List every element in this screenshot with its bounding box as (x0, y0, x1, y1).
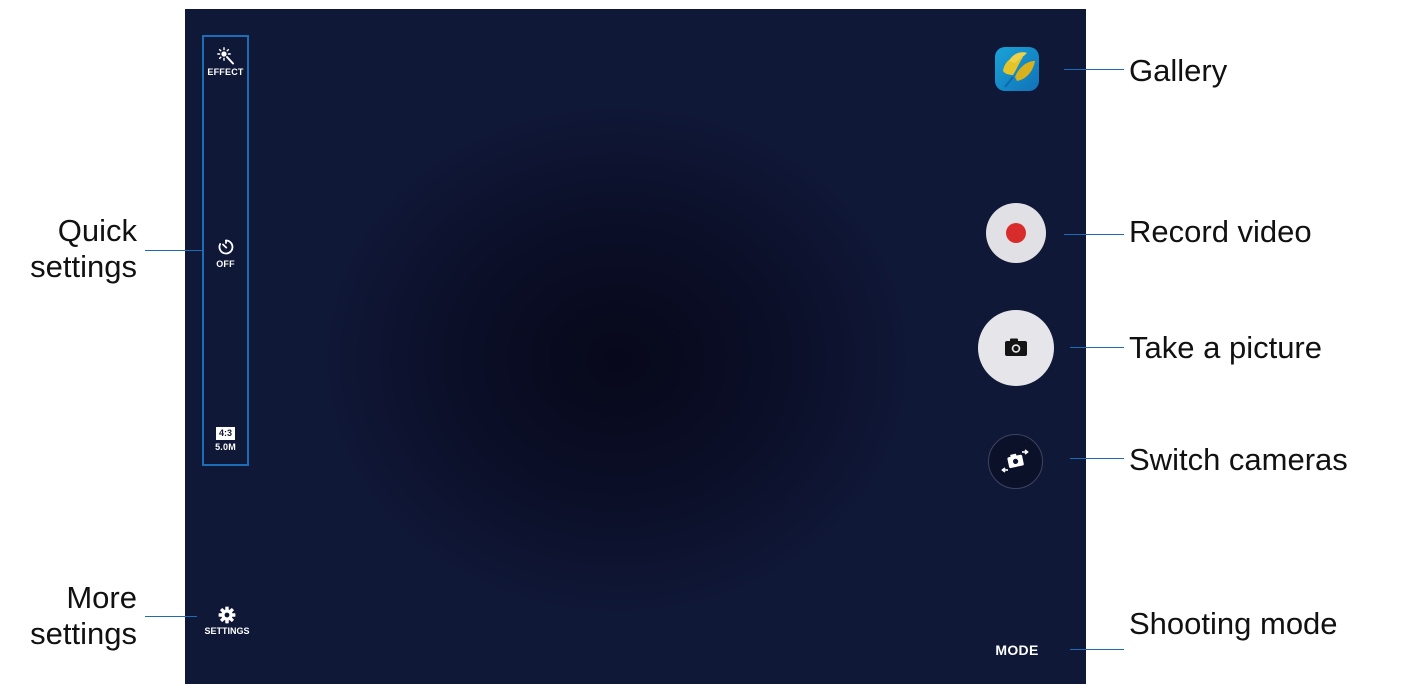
callout-line-record-video (1064, 234, 1124, 235)
mode-button[interactable]: MODE (990, 642, 1044, 658)
callout-line-more-settings (145, 616, 197, 617)
callout-line-take-picture (1070, 347, 1124, 348)
callout-take-picture: Take a picture (1129, 330, 1322, 365)
settings-button[interactable]: SETTINGS (199, 606, 255, 636)
gear-icon (218, 606, 236, 624)
switch-cameras-button[interactable] (988, 434, 1043, 489)
callout-record-video: Record video (1129, 214, 1312, 249)
effect-button[interactable]: EFFECT (204, 47, 247, 77)
quick-settings-panel: EFFECT OFF 4:3 5.0M (202, 35, 249, 466)
callout-line-shooting-mode (1070, 649, 1124, 650)
resolution-label: 5.0M (215, 442, 236, 452)
timer-icon (218, 239, 233, 255)
record-icon (1006, 223, 1026, 243)
callout-switch-cameras: Switch cameras (1129, 442, 1348, 477)
effect-icon (216, 47, 234, 65)
camera-help-page: EFFECT OFF 4:3 5.0M SETTINGS MODE Quick … (0, 0, 1404, 684)
callout-shooting-mode: Shooting mode (1129, 606, 1338, 641)
callout-quick-settings: Quick settings (30, 213, 137, 285)
callout-gallery: Gallery (1129, 53, 1228, 88)
gallery-thumbnail[interactable] (995, 47, 1039, 91)
callout-more-settings-line1: More (66, 580, 137, 615)
callout-line-gallery (1064, 69, 1124, 70)
callout-quick-settings-line1: Quick (57, 213, 137, 248)
callout-quick-settings-line2: settings (30, 249, 137, 284)
callout-line-quick-settings (145, 250, 202, 251)
settings-label: SETTINGS (204, 626, 250, 636)
camera-icon (1005, 338, 1027, 356)
callout-more-settings: More settings (30, 580, 137, 652)
record-video-button[interactable] (986, 203, 1046, 263)
gallery-leaf-icon (1003, 52, 1035, 88)
camera-viewfinder[interactable]: EFFECT OFF 4:3 5.0M SETTINGS MODE (185, 9, 1086, 684)
callout-line-switch-cameras (1070, 458, 1124, 459)
timer-label: OFF (216, 259, 235, 269)
take-picture-button[interactable] (978, 310, 1054, 386)
picture-size-button[interactable]: 4:3 5.0M (204, 427, 247, 452)
effect-label: EFFECT (207, 67, 244, 77)
switch-camera-icon (1001, 449, 1029, 473)
callout-more-settings-line2: settings (30, 616, 137, 651)
aspect-ratio-badge: 4:3 (215, 427, 235, 440)
timer-button[interactable]: OFF (204, 237, 247, 269)
